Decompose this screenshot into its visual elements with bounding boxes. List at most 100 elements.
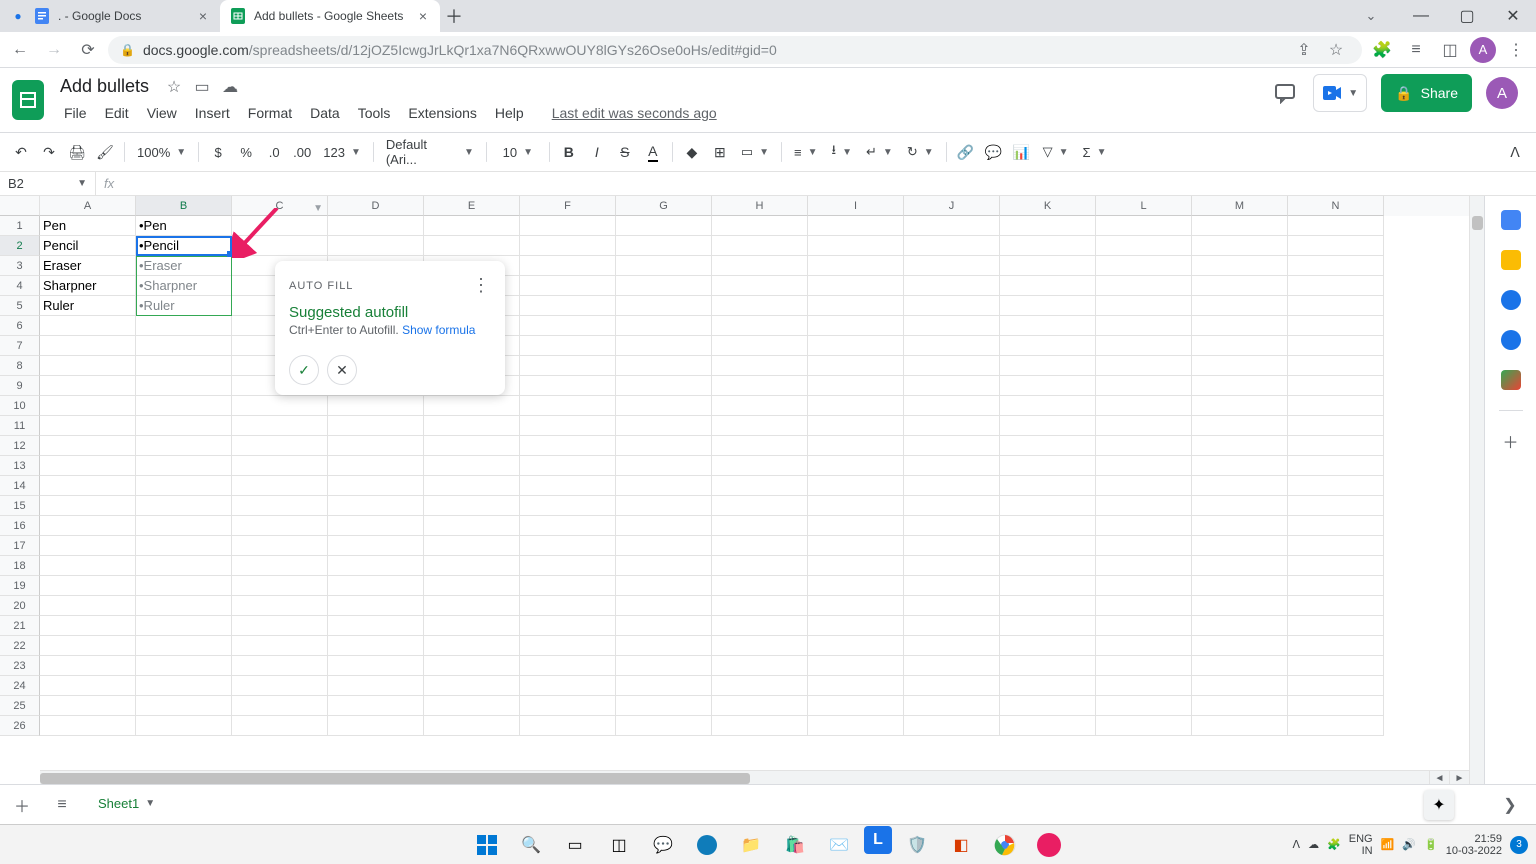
cell[interactable]: [904, 296, 1000, 316]
cell[interactable]: [520, 456, 616, 476]
cell[interactable]: [1096, 416, 1192, 436]
cell[interactable]: [808, 596, 904, 616]
cell[interactable]: [520, 496, 616, 516]
cell[interactable]: [1288, 296, 1384, 316]
cell[interactable]: [40, 456, 136, 476]
cell[interactable]: [1000, 236, 1096, 256]
spreadsheet-grid[interactable]: ABC▼DEFGHIJKLMN 123456789101112131415161…: [0, 196, 1484, 784]
app-pink-icon[interactable]: [1030, 826, 1068, 864]
row-header[interactable]: 19: [0, 576, 40, 596]
cell[interactable]: [232, 596, 328, 616]
row-header[interactable]: 22: [0, 636, 40, 656]
all-sheets-button[interactable]: ≡: [48, 791, 76, 819]
column-header[interactable]: F: [520, 196, 616, 216]
filter-button[interactable]: ▽▼: [1037, 138, 1075, 166]
cell[interactable]: [904, 356, 1000, 376]
row-header[interactable]: 12: [0, 436, 40, 456]
cell[interactable]: [808, 716, 904, 736]
cell[interactable]: Sharpner: [40, 276, 136, 296]
cell[interactable]: [1192, 316, 1288, 336]
cell[interactable]: [136, 536, 232, 556]
cell[interactable]: [40, 376, 136, 396]
percent-button[interactable]: %: [233, 138, 259, 166]
cell[interactable]: [1000, 636, 1096, 656]
app-l-icon[interactable]: L: [864, 826, 892, 854]
cell[interactable]: [424, 476, 520, 496]
cell[interactable]: [1096, 496, 1192, 516]
cell[interactable]: [40, 416, 136, 436]
cell[interactable]: [520, 576, 616, 596]
cell[interactable]: [136, 556, 232, 576]
store-icon[interactable]: 🛍️: [776, 826, 814, 864]
cell[interactable]: [616, 296, 712, 316]
edge-icon[interactable]: [688, 826, 726, 864]
cell[interactable]: [712, 456, 808, 476]
cell[interactable]: [904, 556, 1000, 576]
cell[interactable]: [904, 516, 1000, 536]
cell[interactable]: [1096, 636, 1192, 656]
cell[interactable]: [712, 596, 808, 616]
cell[interactable]: [1192, 296, 1288, 316]
cell[interactable]: [1288, 336, 1384, 356]
cell[interactable]: [136, 396, 232, 416]
cell[interactable]: [136, 716, 232, 736]
cell[interactable]: [1096, 656, 1192, 676]
cell[interactable]: [808, 316, 904, 336]
row-header[interactable]: 16: [0, 516, 40, 536]
last-edit-link[interactable]: Last edit was seconds ago: [544, 101, 725, 125]
url-input[interactable]: 🔒 docs.google.com/spreadsheets/d/12jOZ5I…: [108, 36, 1362, 64]
cell[interactable]: [1192, 636, 1288, 656]
cell[interactable]: [1096, 336, 1192, 356]
cell[interactable]: [808, 656, 904, 676]
cell[interactable]: [808, 556, 904, 576]
cloud-icon[interactable]: ☁: [221, 78, 239, 96]
cell[interactable]: [1192, 656, 1288, 676]
cell[interactable]: [1000, 556, 1096, 576]
cell[interactable]: [712, 436, 808, 456]
cell[interactable]: [424, 576, 520, 596]
cell[interactable]: [1000, 576, 1096, 596]
tray-chevron-icon[interactable]: ᐱ: [1293, 838, 1301, 851]
cell[interactable]: [40, 576, 136, 596]
widgets-button[interactable]: ◫: [600, 826, 638, 864]
sheets-logo[interactable]: [8, 74, 48, 126]
cell[interactable]: [520, 396, 616, 416]
cell[interactable]: [1288, 496, 1384, 516]
bookmark-icon[interactable]: ☆: [1322, 36, 1350, 64]
column-header[interactable]: D: [328, 196, 424, 216]
cell[interactable]: [616, 636, 712, 656]
cell[interactable]: [808, 636, 904, 656]
close-icon[interactable]: ×: [416, 9, 430, 23]
cell[interactable]: [40, 676, 136, 696]
cell[interactable]: [136, 416, 232, 436]
italic-button[interactable]: I: [584, 138, 610, 166]
maximize-button[interactable]: ▢: [1444, 0, 1490, 32]
menu-data[interactable]: Data: [302, 101, 348, 125]
cell[interactable]: [808, 236, 904, 256]
cell[interactable]: [904, 216, 1000, 236]
cell[interactable]: [616, 676, 712, 696]
cell[interactable]: [1096, 356, 1192, 376]
cell[interactable]: [904, 436, 1000, 456]
minimize-button[interactable]: —: [1398, 0, 1444, 32]
cell[interactable]: [808, 356, 904, 376]
cell[interactable]: [1192, 376, 1288, 396]
bold-button[interactable]: B: [556, 138, 582, 166]
cell[interactable]: [40, 496, 136, 516]
cell[interactable]: [1096, 536, 1192, 556]
cell[interactable]: [1288, 456, 1384, 476]
cell[interactable]: [616, 416, 712, 436]
column-header[interactable]: C▼: [232, 196, 328, 216]
cell[interactable]: [616, 476, 712, 496]
cell[interactable]: [712, 616, 808, 636]
cell[interactable]: Eraser: [40, 256, 136, 276]
tabs-dropdown-icon[interactable]: ⌄: [1348, 0, 1394, 32]
cell[interactable]: [1096, 256, 1192, 276]
cell[interactable]: [1000, 296, 1096, 316]
mail-icon[interactable]: ✉️: [820, 826, 858, 864]
cell[interactable]: [1288, 636, 1384, 656]
cell[interactable]: [232, 416, 328, 436]
cell[interactable]: [520, 516, 616, 536]
cell[interactable]: [1288, 556, 1384, 576]
cell[interactable]: [520, 276, 616, 296]
